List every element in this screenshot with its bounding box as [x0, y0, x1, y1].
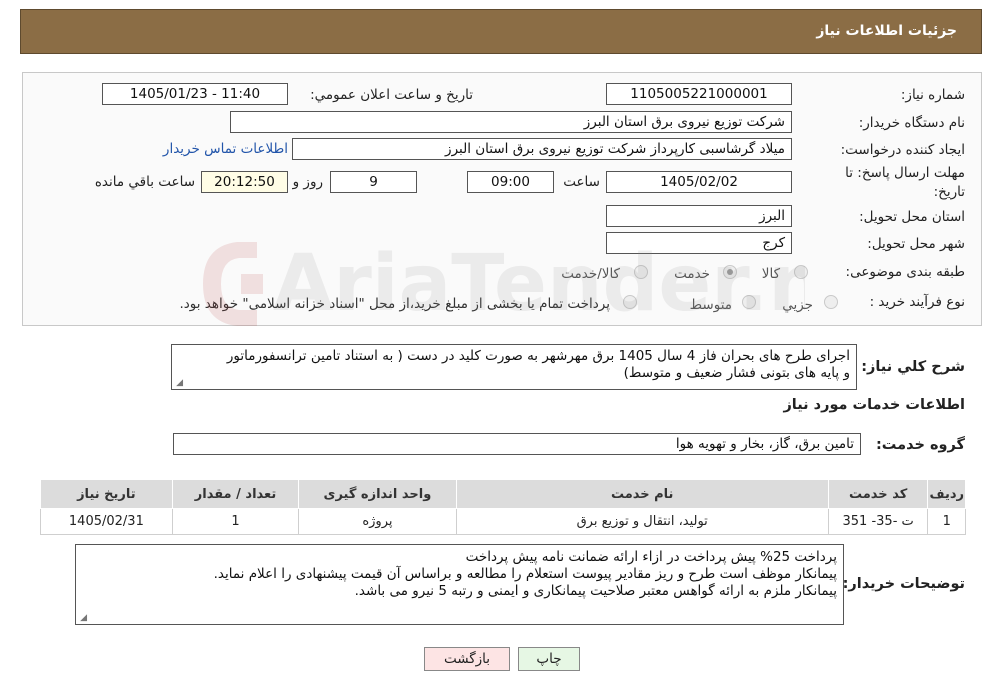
service-group-field: تامین برق، گاز، بخار و تهویه هوا: [173, 433, 861, 455]
table-row: 1 ت -35- 351 تولید، انتقال و توزیع برق پ…: [40, 508, 966, 535]
buyer-org-field: شرکت توزیع نیروی برق استان البرز: [230, 111, 792, 133]
summary-line-2: و پایه های بتونی فشار ضعیف و متوسط): [623, 365, 850, 381]
announce-field: 1405/01/23 - 11:40: [102, 83, 288, 105]
col-unit-header: واحد اندازه گیری: [298, 479, 457, 509]
services-section-title: اطلاعات خدمات مورد نیاز: [783, 397, 965, 413]
page-header: جزئیات اطلاعات نیاز: [20, 9, 982, 54]
announce-label: تاریخ و ساعت اعلان عمومي:: [310, 87, 473, 103]
purchase-treasury-checkbox[interactable]: [623, 295, 637, 309]
cell-unit: پروژه: [298, 508, 457, 535]
cell-row: 1: [927, 508, 966, 535]
category-label: طبقه بندی موضوعی:: [845, 264, 965, 280]
purchase-partial-radio[interactable]: [824, 295, 838, 309]
services-table: ردیف کد خدمت نام خدمت واحد اندازه گیری ت…: [40, 479, 966, 535]
col-date-header: تاریخ نیاز: [40, 479, 173, 509]
days-label: روز و: [292, 174, 323, 190]
buyer-notes-line-2: پیمانکار موظف است طرح و ریز مقادیر پیوست…: [213, 566, 837, 582]
purchase-note: پرداخت تمام یا بخشی از مبلغ خرید،از محل …: [179, 296, 610, 312]
deadline-time-field: 09:00: [467, 171, 554, 193]
buyer-notes-label: توضیحات خریدار:: [842, 576, 965, 592]
buyer-notes-line-1: پرداخت 25% پیش پرداخت در ازاء ارائه ضمان…: [465, 549, 837, 565]
purchase-medium-radio[interactable]: [742, 295, 756, 309]
purchase-type-label: نوع فرآیند خرید :: [869, 294, 965, 310]
col-row-header: ردیف: [927, 479, 966, 509]
deadline-label-date: تاریخ:: [933, 184, 965, 200]
back-button[interactable]: بازگشت: [424, 647, 510, 671]
page-title: جزئیات اطلاعات نیاز: [816, 23, 957, 39]
summary-label: شرح کلي نیاز:: [861, 359, 965, 375]
buyer-notes-textarea[interactable]: پرداخت 25% پیش پرداخت در ازاء ارائه ضمان…: [75, 544, 844, 625]
remaining-time-label: ساعت باقي مانده: [94, 174, 195, 190]
category-service-label: خدمت: [674, 266, 710, 282]
cell-code: ت -35- 351: [827, 508, 929, 535]
table-header-row: ردیف کد خدمت نام خدمت واحد اندازه گیری ت…: [40, 479, 966, 509]
requester-field: میلاد گرشاسبی کارپرداز شرکت توزیع نیروی …: [292, 138, 792, 160]
province-field: البرز: [606, 205, 792, 227]
category-goods-label: کالا: [761, 266, 780, 282]
remaining-time-field: 20:12:50: [201, 171, 288, 193]
resize-grip-icon[interactable]: ◢: [78, 614, 87, 623]
service-group-label: گروه خدمت:: [875, 437, 965, 453]
cell-qty: 1: [171, 508, 300, 535]
need-number-label: شماره نیاز:: [900, 87, 965, 103]
summary-line-1: اجرای طرح های بحران فاز 4 سال 1405 برق م…: [226, 348, 850, 364]
purchase-medium-label: متوسط: [689, 297, 732, 313]
buyer-contact-link[interactable]: اطلاعات تماس خریدار: [163, 141, 288, 157]
category-goods-service-label: کالا/خدمت: [561, 266, 620, 282]
city-label: شهر محل تحویل:: [867, 236, 965, 252]
city-field: کرج: [606, 232, 792, 254]
purchase-partial-label: جزیي: [782, 297, 813, 313]
buyer-org-label: نام دستگاه خریدار:: [858, 115, 965, 131]
deadline-date-field: 1405/02/02: [606, 171, 792, 193]
cell-date: 1405/02/31: [40, 508, 173, 535]
print-button[interactable]: چاپ: [518, 647, 580, 671]
deadline-time-label: ساعت: [563, 174, 600, 190]
col-code-header: کد خدمت: [827, 479, 929, 509]
days-remaining-field: 9: [330, 171, 417, 193]
buyer-notes-line-3: پیمانکار ملزم به ارائه گواهس معتبر صلاحی…: [354, 583, 837, 599]
summary-textarea[interactable]: اجرای طرح های بحران فاز 4 سال 1405 برق م…: [171, 344, 857, 390]
category-service-radio[interactable]: [723, 265, 737, 279]
need-number-field: 1105005221000001: [606, 83, 792, 105]
resize-grip-icon[interactable]: ◢: [174, 379, 183, 388]
deadline-label: مهلت ارسال پاسخ: تا: [845, 165, 965, 181]
requester-label: ایجاد کننده درخواست:: [840, 142, 965, 158]
cell-name: تولید، انتقال و توزیع برق: [455, 508, 829, 535]
province-label: استان محل تحویل:: [859, 209, 965, 225]
category-goods-radio[interactable]: [794, 265, 808, 279]
category-goods-service-radio[interactable]: [634, 265, 648, 279]
col-name-header: نام خدمت: [455, 479, 829, 509]
col-qty-header: تعداد / مقدار: [171, 479, 300, 509]
